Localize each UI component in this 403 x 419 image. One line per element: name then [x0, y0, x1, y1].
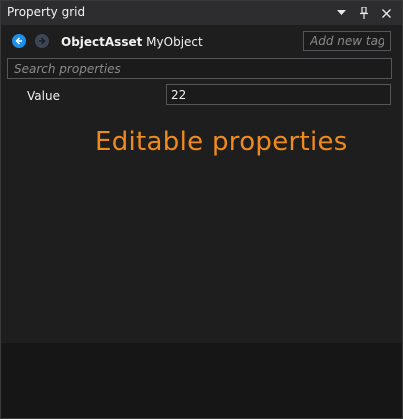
property-value-input[interactable]: [166, 84, 391, 105]
object-name: MyObject: [146, 35, 203, 49]
close-icon[interactable]: [378, 4, 394, 22]
object-title: ObjectAsset MyObject: [61, 35, 203, 49]
arrow-right-icon[interactable]: [35, 34, 49, 48]
panel-titlebar: Property grid: [1, 1, 402, 25]
property-grid-panel: Property grid ObjectAsset MyObject Add n…: [0, 0, 403, 419]
search-properties-input[interactable]: [7, 58, 392, 79]
property-row: Value: [1, 84, 402, 106]
annotation-text: Editable properties: [95, 127, 348, 157]
object-type: ObjectAsset: [61, 35, 143, 49]
chevron-down-icon[interactable]: [333, 4, 349, 22]
add-tag-input[interactable]: [303, 31, 391, 51]
pin-icon[interactable]: [356, 4, 372, 22]
arrow-left-icon[interactable]: [12, 34, 26, 48]
description-area: [1, 343, 402, 418]
property-name: Value: [27, 89, 60, 103]
panel-title: Property grid: [7, 5, 86, 19]
